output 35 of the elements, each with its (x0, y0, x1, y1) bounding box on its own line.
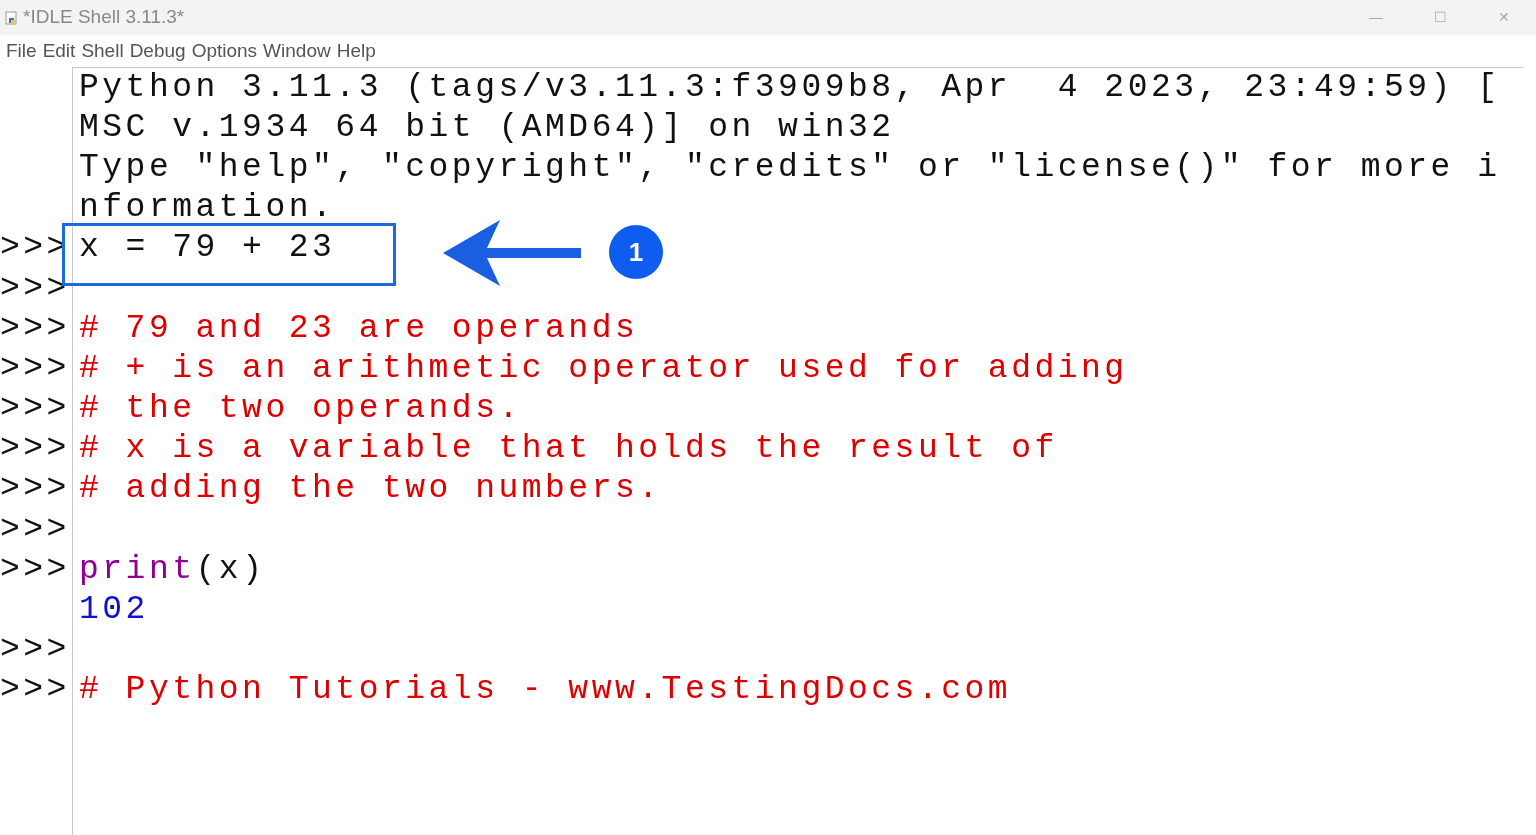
menu-item[interactable]: File (3, 36, 40, 66)
shell-prompt: >>> (0, 351, 70, 385)
code-comment: # x is a variable that holds the result of (79, 432, 1058, 466)
shell-prompt: >>> (0, 271, 70, 305)
app-icon (5, 10, 19, 25)
shell-prompt: >>> (0, 392, 70, 426)
shell-prompt: >>> (0, 512, 70, 546)
step-badge: 1 (609, 225, 663, 279)
code-comment: # the two operands. (79, 392, 522, 426)
menu-item[interactable]: Window (260, 36, 334, 66)
shell-prompt: >>> (0, 673, 70, 707)
menu-item[interactable]: Edit (39, 36, 79, 66)
code-comment: # Python Tutorials - www.TestingDocs.com (79, 673, 1012, 707)
shell-prompt: >>> (0, 633, 70, 667)
code-comment: # 79 and 23 are operands (79, 311, 639, 345)
shell-prompt: >>> (0, 432, 70, 466)
shell-prompt: >>> (0, 552, 70, 586)
code-line: x = 79 + 23 (79, 231, 336, 265)
menu-item[interactable]: Help (333, 36, 379, 66)
shell-output: MSC v.1934 64 bit (AMD64)] on win32 (79, 110, 895, 144)
shell-prompt: >>> (0, 472, 70, 506)
menu-item[interactable]: Debug (126, 36, 189, 66)
shell-prompt: >>> (0, 231, 70, 265)
menu-item[interactable]: Shell (78, 36, 127, 66)
arrow-icon (443, 220, 583, 286)
shell-output: Python 3.11.3 (tags/v3.11.3:f3909b8, Apr 4 2023, 23:49:59) [ (79, 70, 1501, 104)
code-comment: # + is an arithmetic operator used for adding (79, 351, 1128, 385)
menu-item[interactable]: Options (188, 36, 261, 66)
code-line: print(x) (79, 552, 266, 586)
shell-prompt: >>> (0, 311, 70, 345)
code-comment: # adding the two numbers. (79, 472, 662, 506)
window-title: *IDLE Shell 3.11.3* (23, 5, 185, 30)
shell-output: Type "help", "copyright", "credits" or "license()" for more i (79, 150, 1501, 184)
shell-output: nformation. (79, 191, 336, 225)
result-output: 102 (79, 593, 149, 627)
